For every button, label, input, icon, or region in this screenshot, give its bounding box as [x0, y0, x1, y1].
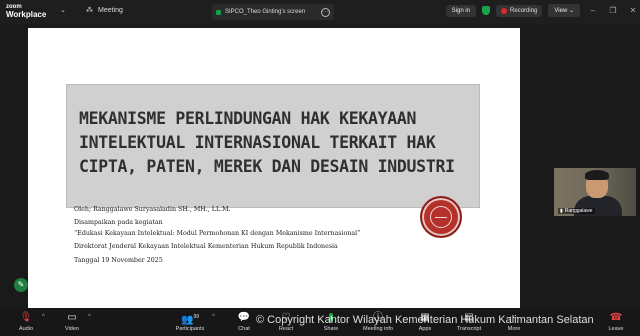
chat-bubble-icon: 💬 [237, 312, 251, 323]
meeting-label: Meeting [98, 6, 123, 14]
security-shield-icon[interactable] [482, 6, 491, 15]
leave-label: Leave [608, 326, 624, 332]
shared-slide: Mekanisme Perlindungan Hak Kekayaan Inte… [28, 28, 520, 308]
screen-share-tab[interactable]: SIPCO_Theo Ginting's screen ··· [212, 4, 334, 20]
signal-bars-icon: ▮ [560, 208, 563, 214]
video-button[interactable]: ▭ Video [58, 311, 86, 332]
participants-button[interactable]: 👥99 Participants [175, 311, 205, 332]
transcript-label: Transcript [456, 326, 482, 332]
chat-label: Chat [238, 326, 250, 332]
audio-options-caret-icon[interactable]: ^ [42, 314, 45, 320]
slide-title-band: Mekanisme Perlindungan Hak Kekayaan Inte… [66, 84, 480, 208]
video-options-caret-icon[interactable]: ^ [88, 314, 91, 320]
video-label: Video [65, 326, 79, 332]
zoom-logo[interactable]: zoom Workplace [6, 3, 46, 19]
leave-phone-icon: ☎ [609, 312, 623, 323]
slide-author: Oleh; Ranggalawe Suryasaladin SH., MH., … [74, 206, 231, 213]
video-camera-icon: ▭ [67, 312, 77, 323]
seal-emblem [430, 206, 452, 228]
top-bar: zoom Workplace ⌄ ⁂ Meeting SIPCO_Theo Gi… [0, 0, 640, 24]
slide-organizer: Direktorat Jenderal Kekayaan Intelektual… [74, 243, 338, 251]
participants-options-caret-icon[interactable]: ^ [212, 314, 215, 320]
meeting-menu[interactable]: ⁂ Meeting [86, 6, 123, 15]
video-person-hair [585, 170, 609, 180]
view-button[interactable]: View ⌄ [548, 4, 580, 17]
top-right-controls: Sign in Recording View ⌄ – ❐ ✕ [445, 4, 640, 17]
recording-indicator[interactable]: Recording [496, 4, 543, 17]
restore-icon[interactable]: ❐ [606, 6, 620, 15]
minimize-icon[interactable]: – [586, 6, 600, 15]
audio-label: Audio [18, 326, 34, 332]
slide-event: “Edukasi Kekayaan Intelektual: Modul Per… [74, 229, 361, 237]
annotate-pen-icon[interactable]: ✎ [14, 278, 28, 292]
participant-name-label: ▮ Ranggalawe [558, 208, 595, 214]
chat-button[interactable]: 💬 Chat [230, 311, 258, 332]
close-icon[interactable]: ✕ [626, 6, 640, 15]
meeting-icon: ⁂ [86, 7, 93, 14]
slide-delivered: Disampaikan pada kegiatan [74, 219, 163, 227]
record-dot-icon [501, 7, 508, 14]
copyright-watermark: © Copyright Kantor Wilayah Kementerian H… [256, 314, 594, 326]
participant-video-tile[interactable]: ▮ Ranggalawe [554, 168, 636, 216]
slide-body: Oleh; Ranggalawe Suryasaladin SH., MH., … [74, 206, 414, 270]
slide-date: Tanggal 19 November 2025 [74, 256, 163, 264]
audio-button[interactable]: 🎙 Audio [12, 311, 40, 332]
participants-label: Participants [175, 326, 205, 332]
leave-button[interactable]: ☎ Leave [602, 311, 630, 332]
more-options-icon[interactable]: ··· [321, 7, 330, 17]
slide-title: Mekanisme Perlindungan Hak Kekayaan Inte… [79, 109, 455, 176]
logo-seal-icon [420, 196, 462, 238]
react-label: React [278, 326, 294, 332]
view-label: View [554, 8, 568, 14]
recording-label: Recording [510, 7, 538, 14]
chevron-down-icon[interactable]: ⌄ [60, 6, 66, 14]
share-label: Share [323, 326, 339, 332]
meeting-info-label: Meeting info [363, 326, 393, 332]
logo-text-workplace: Workplace [6, 10, 47, 19]
meeting-stage: Mekanisme Perlindungan Hak Kekayaan Inte… [0, 24, 640, 308]
participant-name: Ranggalawe [564, 208, 593, 214]
meeting-toolbar: 🎙 Audio ^ ▭ Video ^ 👥99 Participants ^ 💬… [0, 308, 640, 336]
sign-in-button[interactable]: Sign in [445, 4, 477, 17]
more-label: More [507, 326, 521, 332]
microphone-muted-icon: 🎙 [19, 312, 33, 323]
screen-share-label: SIPCO_Theo Ginting's screen [225, 9, 306, 15]
participants-count: 99 [193, 314, 199, 320]
screen-share-icon [216, 9, 221, 15]
participants-icon: 👥99 [180, 314, 199, 326]
apps-label: Apps [418, 326, 432, 332]
